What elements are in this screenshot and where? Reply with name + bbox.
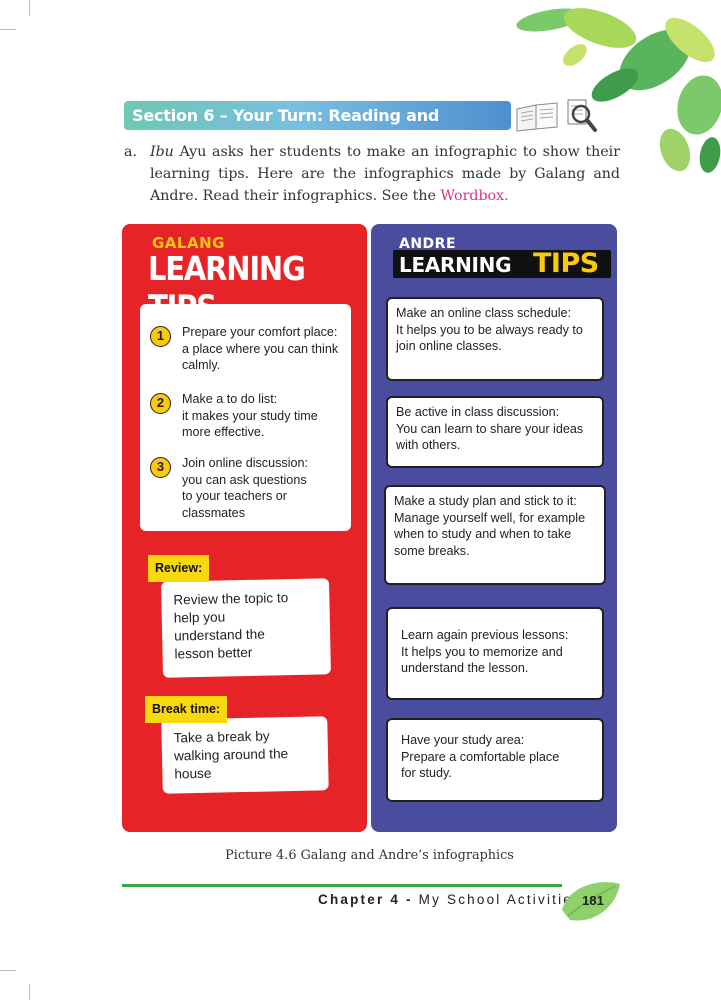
step-text: Make a to do list: it makes your study t… [182, 392, 318, 439]
break-label: Break time: [145, 696, 228, 723]
andre-tip-card: Make an online class schedule: It helps … [386, 297, 604, 381]
step-text: Join online discussion: you can ask ques… [182, 456, 309, 520]
section-title: Section 6 – Your Turn: Reading and Viewi… [124, 101, 511, 154]
teacher-title: Ibu [150, 144, 174, 160]
crop-mark [0, 29, 16, 30]
step-text: Prepare your comfort place: a place wher… [182, 325, 339, 372]
andre-title-tips: TIPS [533, 248, 599, 279]
instruction-text: Ayu asks her students to make an infogra… [150, 144, 620, 204]
footer-chapter: Chapter 4 - My School Activities [318, 892, 582, 907]
break-card: Take a break by walking around the house [161, 716, 329, 794]
andre-tip-card: Be active in class discussion: You can l… [386, 396, 604, 468]
chapter-label: Chapter 4 - [318, 892, 419, 907]
page-number: 181 [582, 893, 604, 908]
andre-title-learning: LEARNING [399, 253, 512, 277]
chapter-title: My School Activities [418, 892, 582, 907]
galang-steps-card: 1 Prepare your comfort place: a place wh… [140, 304, 351, 531]
step-number-badge: 2 [150, 393, 171, 414]
book-icon [514, 99, 560, 133]
wordbox-link[interactable]: Wordbox. [440, 188, 508, 204]
crop-mark [0, 970, 16, 971]
footer-divider [122, 884, 562, 887]
review-label: Review: [148, 555, 210, 582]
crop-mark [29, 0, 30, 16]
andre-tip-card: Have your study area: Prepare a comforta… [386, 718, 604, 802]
magnifier-icon [566, 98, 598, 134]
figure-caption: Picture 4.6 Galang and Andre’s infograph… [225, 848, 514, 863]
step-number-badge: 3 [150, 457, 171, 478]
crop-mark [29, 984, 30, 1000]
andre-tip-card: Make a study plan and stick to it: Manag… [384, 485, 606, 585]
list-marker: a. [124, 144, 137, 160]
andre-infographic: ANDRE LEARNING TIPS Make an online class… [371, 224, 617, 832]
activity-instruction: a. Ibu Ayu asks her students to make an … [124, 141, 620, 207]
review-card: Review the topic to help you understand … [161, 578, 331, 678]
galang-infographic: GALANG LEARNING TIPS 1 Prepare your comf… [122, 224, 367, 832]
andre-tip-card: Learn again previous lessons: It helps y… [386, 607, 604, 700]
step-number-badge: 1 [150, 326, 171, 347]
